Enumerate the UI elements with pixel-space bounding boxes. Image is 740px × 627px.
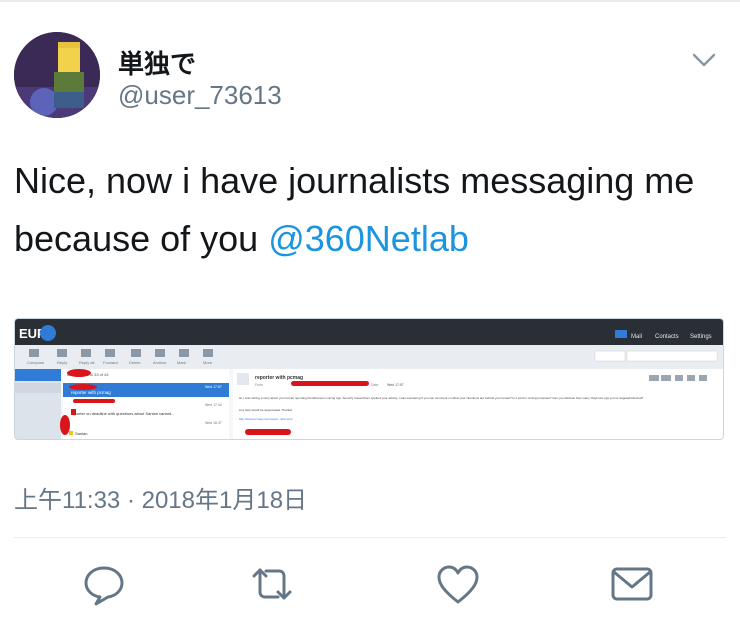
message-link: http://www.pcmag.com/news/...(link text) bbox=[239, 417, 293, 421]
avatar-image bbox=[14, 32, 100, 118]
toolbar-mark: Mark bbox=[177, 360, 186, 365]
mail-nav-mail: Mail bbox=[631, 334, 642, 340]
message-body: Hi, I was writing a story about your bot… bbox=[239, 396, 644, 400]
toolbar-reply: Reply bbox=[57, 360, 67, 365]
toolbar-archive: Archive bbox=[153, 360, 167, 365]
list-item-date: Wed 16:37 bbox=[205, 421, 222, 425]
attached-screenshot[interactable]: EUP Mail Contacts Settings Compose Reply… bbox=[14, 318, 724, 440]
actions-divider bbox=[14, 537, 726, 538]
reply-icon[interactable] bbox=[80, 560, 128, 608]
list-item-date: Wed 17:57 bbox=[205, 385, 222, 389]
toolbar-forward: Forward bbox=[103, 360, 118, 365]
toolbar-compose: Compose bbox=[27, 360, 45, 365]
user-handle[interactable]: @user_73613 bbox=[118, 80, 282, 111]
toolbar-more: More bbox=[203, 360, 213, 365]
message-from-label: From bbox=[255, 383, 263, 387]
envelope-icon[interactable] bbox=[608, 560, 656, 608]
tweet-text: Nice, now i have journalists messaging m… bbox=[14, 152, 726, 268]
mail-nav-contacts: Contacts bbox=[655, 334, 679, 340]
tweet-timestamp[interactable]: 上午11:33 · 2018年1月18日 bbox=[14, 480, 307, 515]
message-date-label: Date bbox=[371, 383, 378, 387]
avatar[interactable] bbox=[14, 32, 100, 118]
retweet-icon[interactable] bbox=[248, 560, 296, 608]
list-item-subject: Sanlan bbox=[75, 431, 87, 436]
top-divider bbox=[0, 0, 740, 2]
list-item-subject: reporter with pcmag bbox=[71, 390, 111, 395]
heart-icon[interactable] bbox=[434, 560, 482, 608]
mail-nav-settings: Settings bbox=[690, 334, 712, 340]
chevron-down-icon[interactable] bbox=[686, 48, 722, 72]
webmail-screenshot: EUP Mail Contacts Settings Compose Reply… bbox=[15, 319, 723, 439]
message-body-2: Any help would be appreciated. Thanks! bbox=[239, 408, 292, 412]
mention-link[interactable]: @360Netlab bbox=[268, 218, 469, 259]
message-date: Wed 17:57 bbox=[387, 383, 404, 387]
toolbar-reply-all: Reply all bbox=[79, 360, 94, 365]
display-name[interactable]: 単独で bbox=[118, 44, 196, 81]
message-subject: reporter with pcmag bbox=[255, 375, 303, 381]
list-item-date: Wed 17:44 bbox=[205, 403, 222, 407]
toolbar-delete: Delete bbox=[129, 360, 141, 365]
list-item-subject: reporter on deadline with questions abou… bbox=[71, 411, 174, 416]
